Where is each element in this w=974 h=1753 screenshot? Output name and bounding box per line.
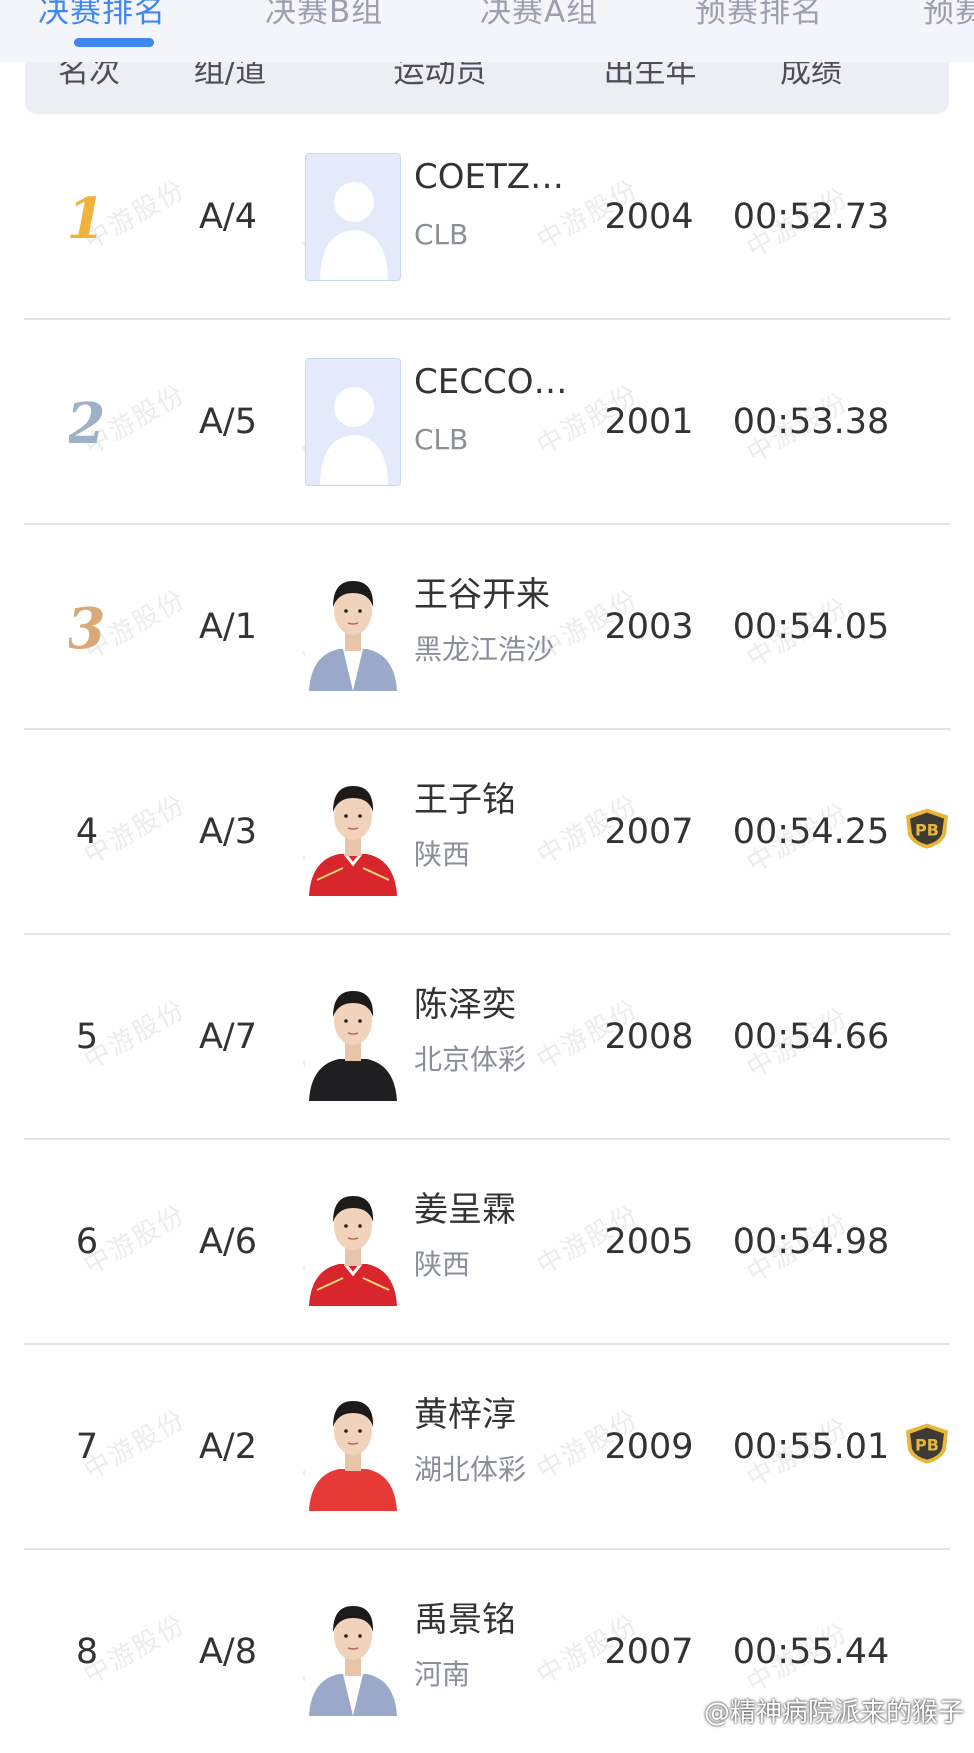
- header-lane: 组/道: [193, 62, 267, 90]
- pb-badge-icon: PB: [904, 1422, 950, 1464]
- result-row[interactable]: 中游股份中游股份中游股份中游股份3A/1王谷开来黑龙江浩沙200300:54.0…: [24, 525, 950, 730]
- result-time-cell: 00:54.05: [732, 606, 890, 647]
- birth-year-cell: 2009: [604, 1426, 694, 1467]
- athlete-avatar[interactable]: [305, 562, 401, 691]
- athlete-avatar[interactable]: [305, 1382, 401, 1511]
- result-row[interactable]: 中游股份中游股份中游股份中游股份2A/5CECCO…CLB200100:53.3…: [24, 320, 950, 525]
- athlete-team: CLB: [414, 218, 469, 251]
- result-row[interactable]: 中游股份中游股份中游股份中游股份6A/6姜呈霖陕西200500:54.98: [24, 1140, 950, 1345]
- athlete-avatar[interactable]: [305, 767, 401, 896]
- rank-number: 5: [75, 1016, 99, 1057]
- rank-number: 7: [75, 1426, 99, 1467]
- athlete-name[interactable]: CECCO…: [414, 362, 567, 402]
- results-list: 中游股份中游股份中游股份中游股份1A/4COETZ…CLB200400:52.7…: [0, 115, 974, 1753]
- pb-badge-icon: PB: [904, 807, 950, 849]
- result-row[interactable]: 中游股份中游股份中游股份中游股份4A/3王子铭陕西200700:54.25PB: [24, 730, 950, 935]
- result-time-cell: 00:53.38: [732, 401, 890, 442]
- svg-text:1: 1: [69, 188, 103, 246]
- active-tab-indicator: [74, 38, 154, 47]
- athlete-team: 湖北体彩: [414, 1453, 527, 1486]
- lane-cell: A/2: [198, 1426, 258, 1467]
- lane-cell: A/4: [198, 196, 258, 237]
- athlete-avatar[interactable]: [305, 1587, 401, 1716]
- birth-year-cell: 2007: [604, 1631, 694, 1672]
- birth-year-cell: 2007: [604, 811, 694, 852]
- svg-text:PB: PB: [915, 820, 939, 839]
- result-time-cell: 00:55.01: [732, 1426, 890, 1467]
- birth-year-cell: 2005: [604, 1221, 694, 1262]
- athlete-team: 陕西: [414, 1248, 471, 1281]
- result-time-cell: 00:52.73: [732, 196, 890, 237]
- rank-medal-icon: 1: [67, 186, 106, 252]
- athlete-name[interactable]: COETZ…: [414, 157, 564, 197]
- header-athlete: 运动员: [393, 62, 487, 90]
- athlete-team: 陕西: [414, 838, 471, 871]
- athlete-name[interactable]: 禹景铭: [414, 1592, 516, 1641]
- birth-year-cell: 2001: [604, 401, 694, 442]
- result-row[interactable]: 中游股份中游股份中游股份中游股份7A/2黄梓淳湖北体彩200900:55.01P…: [24, 1345, 950, 1550]
- header-birth-year: 出生年: [603, 62, 697, 90]
- credit-watermark: @精神病院派来的猴子: [703, 1698, 964, 1728]
- tab-final-ranking[interactable]: 决赛排名: [38, 0, 166, 31]
- birth-year-cell: 2008: [604, 1016, 694, 1057]
- header-rank: 名次: [58, 62, 120, 90]
- lane-cell: A/1: [198, 606, 258, 647]
- lane-cell: A/6: [198, 1221, 258, 1262]
- result-time-cell: 00:54.98: [732, 1221, 890, 1262]
- tab-final-b[interactable]: 决赛B组: [265, 0, 383, 31]
- athlete-avatar[interactable]: [305, 1177, 401, 1306]
- athlete-team: 北京体彩: [414, 1043, 527, 1076]
- tab-prelim-ranking[interactable]: 预赛排名: [695, 0, 823, 31]
- result-time-cell: 00:54.25: [732, 811, 890, 852]
- table-header: 名次 组/道 运动员 出生年 成绩: [25, 62, 949, 114]
- athlete-team: CLB: [414, 423, 469, 456]
- lane-cell: A/8: [198, 1631, 258, 1672]
- athlete-team: 黑龙江浩沙: [414, 633, 555, 666]
- athlete-name[interactable]: 陈泽奕: [414, 977, 516, 1026]
- result-row[interactable]: 中游股份中游股份中游股份中游股份1A/4COETZ…CLB200400:52.7…: [24, 115, 950, 320]
- svg-text:3: 3: [69, 598, 103, 656]
- result-row[interactable]: 中游股份中游股份中游股份中游股份5A/7陈泽奕北京体彩200800:54.66: [24, 935, 950, 1140]
- svg-text:2: 2: [69, 393, 103, 451]
- rank-medal-icon: 3: [67, 596, 106, 662]
- result-time-cell: 00:54.66: [732, 1016, 890, 1057]
- tab-prelim[interactable]: 预赛: [923, 0, 974, 31]
- lane-cell: A/7: [198, 1016, 258, 1057]
- athlete-name[interactable]: 黄梓淳: [414, 1387, 516, 1436]
- athlete-name[interactable]: 王谷开来: [414, 567, 550, 616]
- rank-medal-icon: 2: [66, 391, 106, 457]
- birth-year-cell: 2003: [604, 606, 694, 647]
- athlete-avatar[interactable]: [305, 972, 401, 1101]
- tab-bar: 决赛排名 决赛B组 决赛A组 预赛排名 预赛: [0, 0, 974, 62]
- athlete-avatar[interactable]: [305, 152, 401, 281]
- athlete-name[interactable]: 王子铭: [414, 772, 516, 821]
- lane-cell: A/3: [198, 811, 258, 852]
- athlete-avatar[interactable]: [305, 357, 401, 486]
- rank-number: 6: [75, 1221, 99, 1262]
- svg-text:PB: PB: [915, 1435, 939, 1454]
- header-result: 成绩: [780, 62, 842, 90]
- result-time-cell: 00:55.44: [732, 1631, 890, 1672]
- rank-number: 8: [75, 1631, 99, 1672]
- athlete-name[interactable]: 姜呈霖: [414, 1182, 516, 1231]
- lane-cell: A/5: [198, 401, 258, 442]
- birth-year-cell: 2004: [604, 196, 694, 237]
- tab-final-a[interactable]: 决赛A组: [480, 0, 598, 31]
- rank-number: 4: [75, 811, 99, 852]
- athlete-team: 河南: [414, 1658, 471, 1691]
